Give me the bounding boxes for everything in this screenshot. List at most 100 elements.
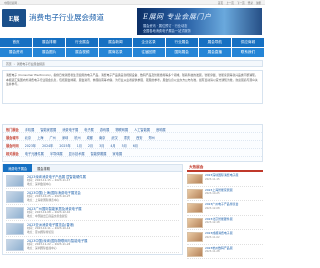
tag-link[interactable]: 显示技术展 [69,151,85,156]
sidebar-thumbnail[interactable] [187,246,203,257]
tag-link[interactable]: 物联网展 [115,127,128,132]
tag-link[interactable]: 广州 [50,135,56,140]
expo-thumbnail[interactable] [6,175,24,187]
breadcrumb-home[interactable]: 首页 [6,62,12,66]
expo-thumbnail[interactable] [6,223,24,235]
nav-item[interactable]: 展会导航 [198,38,232,47]
top-link-home[interactable]: 首页 [218,1,223,5]
top-bar-left: 中国招商网 · [4,2,19,5]
expo-venue: 地点：深圳国际会展中心 [27,246,57,250]
tag-link[interactable]: 2025年 [59,143,70,148]
nav-item[interactable]: 展会资讯 [0,48,34,57]
tag-link[interactable]: 2月 [88,143,93,148]
tag-panel: 热门展会 手机展 智能家居展 消费电子展 电子展 游戏展 物联网展 人工智能展 … [2,124,263,162]
nav-item[interactable]: 展会新闻 [99,38,133,47]
tag-link[interactable]: 5月 [122,143,127,148]
tag-link[interactable]: 游戏展 [100,127,110,132]
top-link-register[interactable]: 注册 [256,1,261,5]
sidebar-item[interactable]: 2023深圳国际消费电子展 2023-11-15 [187,172,263,187]
tag-link[interactable]: 音响展 [156,127,166,132]
tag-link[interactable]: 重庆 [124,135,130,140]
nav-item[interactable]: 国际展会 [165,48,199,57]
banner-subtitle-2: 全国各地消费电子展会一站式服务 [143,29,191,33]
expo-venue: 地点：上海新国际博览中心 [27,198,60,202]
banner-ad[interactable]: E展网 专业会展门户 展会资讯 · 展位预订 · 行业动态 全国各地消费电子展会… [137,8,262,35]
tag-link[interactable]: 深圳 [62,135,68,140]
tab-schedule[interactable]: 展会排期 [32,166,55,171]
nav-item[interactable]: 企业名录 [132,38,166,47]
site-name: 消费电子行业展会频道 [29,13,104,22]
tag-row-label: 热门展会 [6,127,19,132]
tag-link[interactable]: 消费电子展 [62,127,78,132]
sidebar-thumbnail[interactable] [187,217,203,228]
top-links: 首页 上一页 下一页 登录 注册 [218,1,261,5]
nav-item[interactable]: 首页 [0,38,34,47]
expo-thumbnail[interactable] [6,207,24,219]
sidebar-item[interactable]: 2023成都消费电子展 2023-11-02 [187,230,263,245]
list-item[interactable]: 2023广州国际智能家居及消费电子展 时间：2023-12-08 ~ 2023-… [6,205,179,221]
tag-link[interactable]: 杭州 [74,135,80,140]
tag-link[interactable]: 半导体展 [50,151,63,156]
tag-link[interactable]: 人工智能展 [134,127,150,132]
nav-item[interactable]: 行业展会 [66,38,100,47]
sidebar-item-date: 2023-11-28 [205,250,220,254]
expo-venue: 地点：亚洲国际博览馆 [27,230,54,234]
site-logo[interactable]: E展 [2,9,26,27]
tag-link[interactable]: 4月 [110,143,115,148]
tag-link[interactable]: 2024年 [42,143,53,148]
tag-link[interactable]: 手机展 [25,127,35,132]
tag-link[interactable]: 武汉 [111,135,117,140]
nav-item[interactable]: 行业展会 [165,38,199,47]
sidebar-item[interactable]: 2023北京智能硬件展 2023-12-18 [187,216,263,230]
tag-link[interactable]: 郑州 [149,135,155,140]
sidebar-thumbnail[interactable] [187,188,203,199]
tag-link[interactable]: 2023年 [25,143,36,148]
tag-link[interactable]: 电子展 [84,127,94,132]
expo-thumbnail[interactable] [6,191,24,203]
banner-title: E展网 专业会展门户 [143,13,212,21]
top-link-next[interactable]: 下一页 [237,1,245,5]
tag-link[interactable]: 6月 [133,143,138,148]
channel-intro: 消费电子 (Consumer Electronics)，指供日常消费者生活使用的… [2,70,263,104]
sidebar-item[interactable]: 2023上海智能家居展 2023-10-25 [187,187,263,201]
tag-row-label: 展会城市 [6,135,19,140]
tag-link[interactable]: 西安 [136,135,142,140]
top-bar: 中国招商网 · 首页 上一页 下一页 登录 注册 [0,0,265,5]
sidebar-item[interactable]: 2023杭州数码产品展 2023-11-28 [187,245,263,259]
sidebar-thumbnail[interactable] [187,203,203,213]
list-item[interactable]: 2023深圳消费电子产品展 暨智能硬件展 时间：2023-11-15 ~ 202… [6,173,179,189]
tag-link[interactable]: 北京 [25,135,31,140]
tag-link[interactable]: 3月 [99,143,104,148]
tag-link[interactable]: 电子元器件展 [25,151,44,156]
nav-item[interactable]: 展会直播 [198,48,232,57]
tag-link[interactable]: 智能穿戴展 [91,151,107,156]
nav-item[interactable]: 展商名录 [99,48,133,57]
tag-link[interactable]: 成都 [87,135,93,140]
nav-item[interactable]: 供应商城 [231,38,265,47]
tag-link[interactable]: 1月 [77,143,82,148]
nav-item[interactable]: 展会视频 [66,48,100,57]
section-header: 消费电子展会 展会排期 [2,164,183,172]
tab-expos[interactable]: 消费电子展会 [3,164,33,172]
top-link-login[interactable]: 登录 [248,1,253,5]
list-item[interactable]: 2023亚洲消费电子展览会(香港) 时间：2023-10-11 ~ 2023-1… [6,221,179,237]
sidebar-thumbnail[interactable] [187,174,203,184]
list-item[interactable]: 2023中国(上海)国际消费电子展览会 时间：2023-10-25 ~ 2023… [6,189,179,205]
nav-item[interactable]: 展会图片 [33,48,67,57]
tag-link[interactable]: 南京 [99,135,105,140]
tag-link[interactable]: 上海 [37,135,43,140]
tag-link[interactable]: 智能家居展 [40,127,56,132]
nav-item[interactable]: 往届回顾 [132,48,166,57]
tag-row-label: 相关展会 [6,151,19,156]
sidebar-title: 大热展会 [187,164,263,172]
sidebar-thumbnail[interactable] [187,232,203,242]
sidebar-item[interactable]: 2023广州电子产品博览会 2023-12-08 [187,201,263,216]
breadcrumb: 首页 › 消费电子行业展会频道 [2,60,263,67]
nav-item[interactable]: 展会排期 [33,38,67,47]
tag-link[interactable]: 家电展 [113,151,123,156]
top-link-prev[interactable]: 上一页 [226,1,234,5]
expo-list: 2023深圳消费电子产品展 暨智能硬件展 时间：2023-11-15 ~ 202… [2,172,183,255]
list-item[interactable]: 2023中国(深圳)国际物联网与智能电子展 时间：2023-11-22 ~ 20… [6,237,179,253]
nav-item[interactable]: 联系我们 [231,48,265,57]
expo-thumbnail[interactable] [6,239,24,251]
